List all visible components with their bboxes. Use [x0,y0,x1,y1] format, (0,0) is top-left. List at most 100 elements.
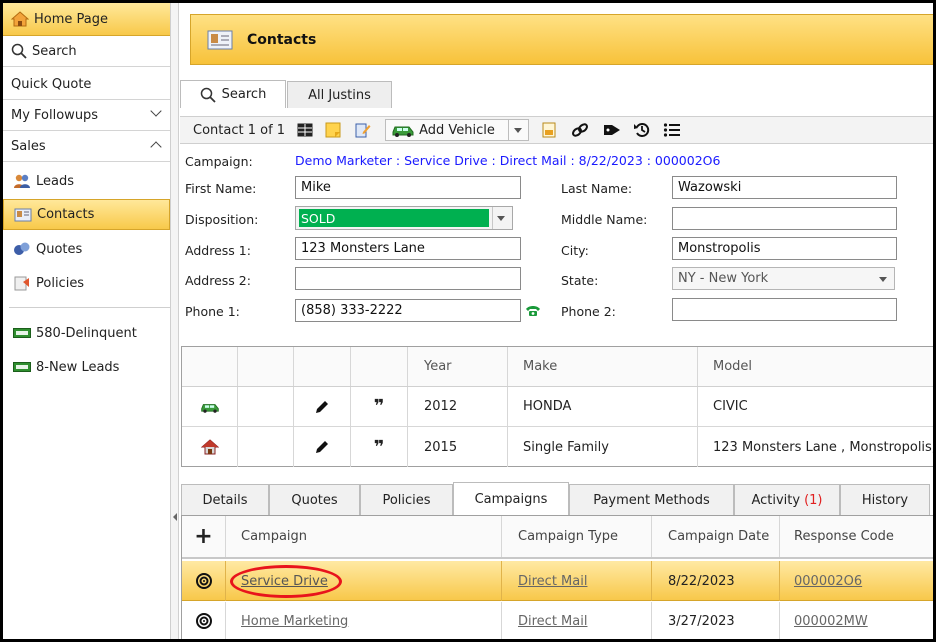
column-header-model[interactable]: Model [698,347,933,386]
sidebar: Home Page Search Quick Quote My Followup… [3,3,171,639]
tab-search[interactable]: Search [180,80,286,108]
disposition-select[interactable]: SOLD [295,206,513,230]
sidebar-sales[interactable]: Sales [3,131,170,162]
disposition-label: Disposition: [185,212,259,227]
chevron-up-icon [150,141,162,153]
column-header-response-code[interactable]: Response Code [780,516,933,557]
search-icon [11,43,27,59]
phone-icon[interactable] [525,305,541,317]
sidebar-item-quotes[interactable]: Quotes [3,233,170,265]
house-icon [200,439,219,455]
campaign-link[interactable]: Home Marketing [241,614,348,629]
tab-activity[interactable]: Activity (1) [734,484,840,515]
caret-down-icon [514,128,523,133]
table-row[interactable]: Home Marketing Direct Mail 3/27/2023 000… [182,602,933,639]
panel-splitter[interactable] [171,3,179,639]
sidebar-list-580-delinquent[interactable]: 580-Delinquent [3,317,170,349]
first-name-field[interactable]: Mike [295,176,521,199]
add-vehicle-button[interactable]: Add Vehicle [385,119,530,141]
sidebar-home-label: Home Page [34,11,108,27]
phone2-label: Phone 2: [561,304,616,319]
grid-icon[interactable] [297,123,313,137]
sidebar-home-page[interactable]: Home Page [3,3,170,36]
address2-field[interactable] [295,267,521,290]
middle-name-field[interactable] [672,207,897,230]
pencil-icon[interactable] [314,399,330,415]
campaign-label: Campaign: [185,154,253,169]
edit-doc-icon[interactable] [355,122,371,138]
state-select[interactable]: NY - New York [672,267,895,290]
sidebar-item-leads[interactable]: Leads [3,165,170,197]
quote-icon[interactable]: ❞ [374,396,385,417]
link-icon[interactable] [571,122,589,138]
list-tag-icon [13,362,31,372]
contact-counter: Contact 1 of 1 [193,122,286,138]
sidebar-sales-label: Sales [11,138,46,154]
table-row[interactable]: ❞ 2015 Single Family 123 Monsters Lane ,… [182,427,936,467]
state-label: State: [561,273,599,288]
sidebar-search-label: Search [32,43,77,59]
bottom-tabs: Details Quotes Policies Campaigns Paymen… [181,482,933,515]
response-code-link[interactable]: 000002O6 [794,574,862,589]
campaign-type-link[interactable]: Direct Mail [518,574,587,589]
table-row[interactable]: ❞ 2012 HONDA CIVIC [182,387,933,427]
campaign-type-link[interactable]: Direct Mail [518,614,587,629]
sidebar-list-label: 580-Delinquent [36,325,137,341]
sidebar-item-contacts[interactable]: Contacts [3,199,170,230]
tab-payment-methods[interactable]: Payment Methods [569,484,734,515]
sidebar-item-label: Leads [36,173,75,189]
phone2-field[interactable] [672,298,897,321]
address2-label: Address 2: [185,273,251,288]
column-header-campaign[interactable]: Campaign [226,516,502,557]
sidebar-item-policies[interactable]: Policies [3,267,170,299]
tab-quotes[interactable]: Quotes [269,484,360,515]
address1-field[interactable]: 123 Monsters Lane [295,237,521,260]
highlight-ring [230,565,342,598]
sidebar-my-followups[interactable]: My Followups [3,100,170,131]
response-code-link[interactable]: 000002MW [794,614,868,629]
add-icon[interactable]: + [194,524,212,549]
tab-label: Activity [751,492,801,508]
sidebar-list-8-new-leads[interactable]: 8-New Leads [3,351,170,383]
column-header-campaign-date[interactable]: Campaign Date [652,516,780,557]
add-vehicle-label: Add Vehicle [419,122,495,138]
campaigns-grid: + Campaign Campaign Type Campaign Date R… [181,515,933,639]
sidebar-item-label: Contacts [37,207,95,222]
column-header-make[interactable]: Make [508,347,698,386]
middle-name-label: Middle Name: [561,212,648,227]
list-icon[interactable] [663,122,681,138]
tab-all-justins[interactable]: All Justins [287,81,392,108]
tab-campaigns[interactable]: Campaigns [453,482,569,515]
state-value: NY - New York [678,271,769,286]
home-icon [11,11,29,27]
cell-model: 123 Monsters Lane , Monstropolis, [713,439,936,455]
tag-icon[interactable] [603,122,621,138]
column-header-campaign-type[interactable]: Campaign Type [502,516,652,557]
history-icon[interactable] [633,122,651,138]
campaign-value-link[interactable]: Demo Marketer : Service Drive : Direct M… [295,153,720,168]
column-header-year[interactable]: Year [408,347,508,386]
tab-policies[interactable]: Policies [360,484,453,515]
phone1-field[interactable]: (858) 333-2222 [295,299,521,322]
sidebar-search[interactable]: Search [3,36,170,67]
add-vehicle-dropdown[interactable] [508,120,528,140]
last-name-label: Last Name: [561,181,633,196]
tab-history[interactable]: History [840,484,930,515]
quotes-icon [14,242,30,255]
cell-model: CIVIC [713,399,748,414]
note-icon[interactable] [325,122,341,138]
sidebar-divider [9,307,170,308]
tab-details[interactable]: Details [181,484,269,515]
assets-grid-header: Year Make Model [182,347,933,387]
activity-count-badge: (1) [804,492,823,508]
quote-icon[interactable]: ❞ [374,437,385,458]
document-icon[interactable] [541,122,557,138]
toolbar: Contact 1 of 1 Add Vehicle [180,116,933,144]
last-name-field[interactable]: Wazowski [672,176,897,199]
contact-card-icon [207,30,233,49]
app-window: Home Page Search Quick Quote My Followup… [0,0,936,642]
sidebar-quick-quote[interactable]: Quick Quote [3,69,170,100]
sidebar-item-label: Quotes [36,241,83,257]
pencil-icon[interactable] [314,439,330,455]
city-field[interactable]: Monstropolis [672,237,897,260]
